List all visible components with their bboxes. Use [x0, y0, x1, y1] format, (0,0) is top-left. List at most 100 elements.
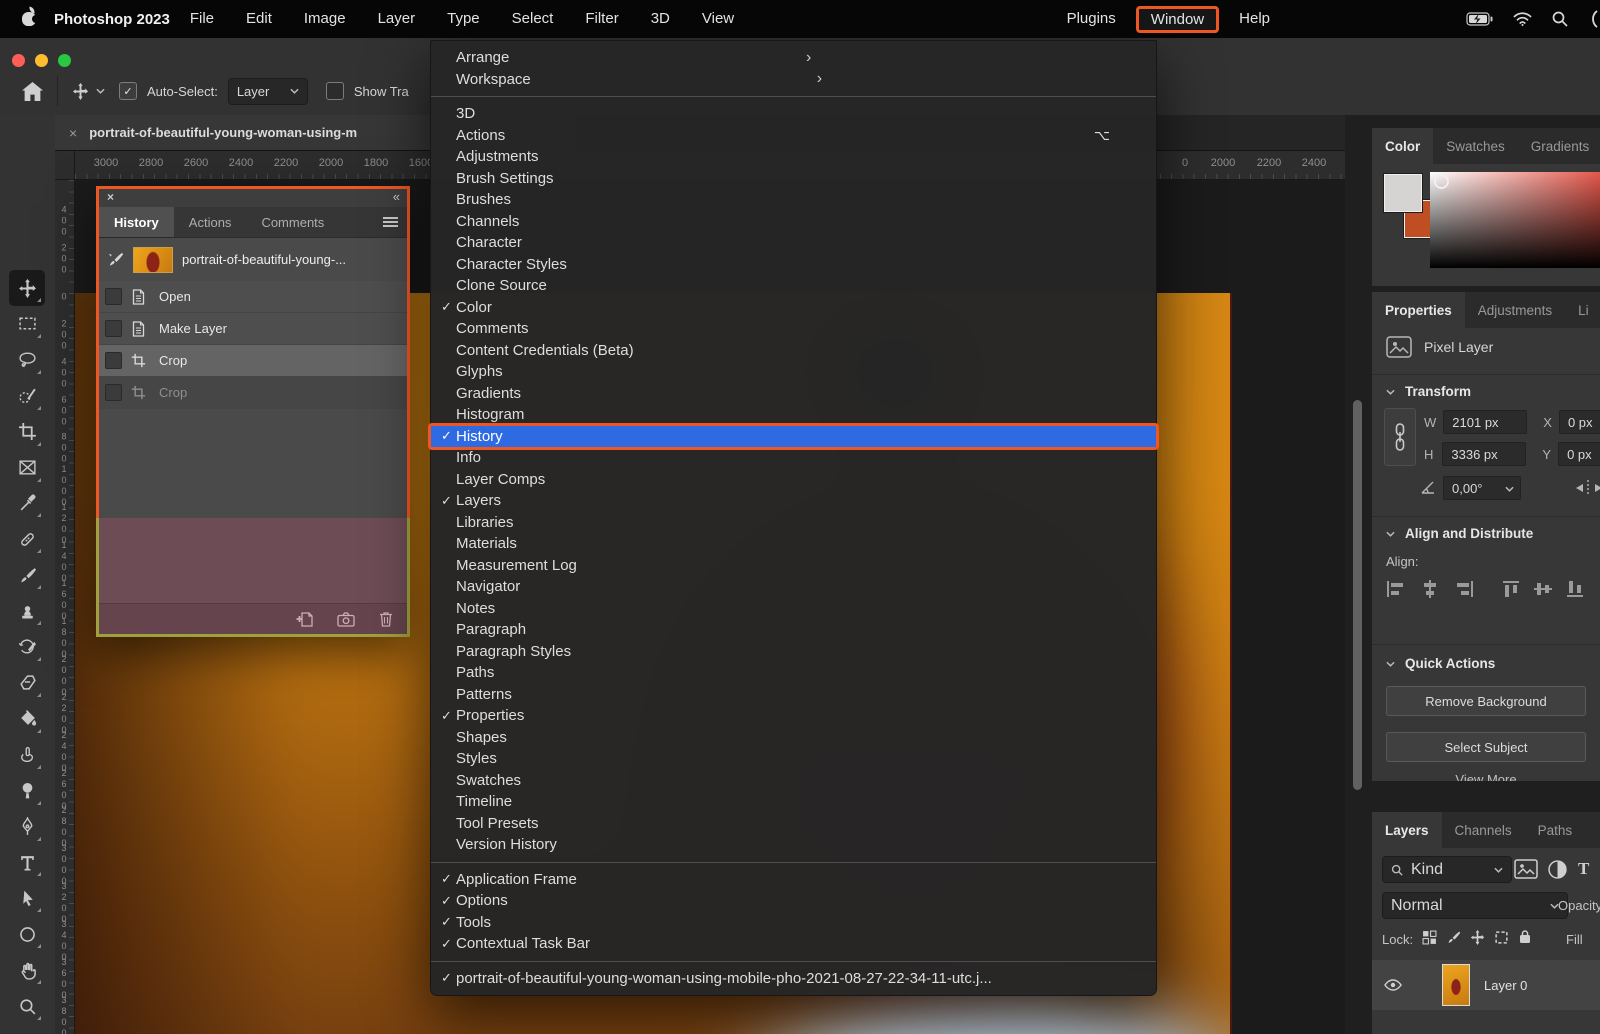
color-panel-tab[interactable]: Swatches	[1433, 128, 1518, 164]
align-horizontal-centers-icon[interactable]	[1420, 580, 1440, 598]
lasso-tool[interactable]	[9, 342, 45, 378]
menu-item[interactable]: Gradients	[431, 383, 1156, 405]
properties-panel-tab[interactable]: Adjustments	[1465, 292, 1565, 328]
menu-item[interactable]	[431, 96, 1156, 97]
menu-item[interactable]: Glyphs	[431, 361, 1156, 383]
menu-item[interactable]: ✓ Color	[431, 297, 1156, 319]
history-snapshot-row[interactable]: portrait-of-beautiful-young-...	[99, 238, 407, 281]
menu-item[interactable]: ✓ History	[431, 426, 1156, 448]
menu-item[interactable]: Layer Comps	[431, 469, 1156, 491]
menu-item[interactable]: ✓ Application Frame	[431, 869, 1156, 891]
menu-item[interactable]: ✓ portrait-of-beautiful-young-woman-usin…	[431, 968, 1156, 990]
frame-tool[interactable]	[9, 450, 45, 486]
dock-scrollbar[interactable]	[1353, 400, 1362, 790]
lock-position-icon[interactable]	[1470, 930, 1485, 945]
menubar-item[interactable]: 3D	[635, 0, 686, 38]
eyedropper-tool[interactable]	[9, 485, 45, 521]
menu-item[interactable]: ✓ Layers	[431, 490, 1156, 512]
control-center-icon[interactable]	[1588, 10, 1598, 28]
auto-select-target-dropdown[interactable]: Layer	[228, 78, 308, 105]
show-transform-checkbox[interactable]: ✓	[326, 82, 344, 100]
menu-item[interactable]: Paths	[431, 662, 1156, 684]
history-brush-source-icon[interactable]	[107, 251, 124, 268]
layers-panel-tab[interactable]: Channels	[1442, 812, 1525, 848]
object-selection-tool[interactable]	[9, 378, 45, 414]
constrain-proportions-toggle[interactable]	[1384, 408, 1416, 466]
vertical-ruler[interactable]: 4002000200400600800100012001400160018002…	[55, 180, 75, 1034]
color-panel-tab[interactable]: Gradients	[1518, 128, 1600, 164]
properties-panel-tab[interactable]: Properties	[1372, 292, 1465, 328]
rotation-field[interactable]: 0,00°	[1443, 476, 1521, 500]
menu-item[interactable]: Brush Settings	[431, 168, 1156, 190]
view-more-link[interactable]: View More	[1372, 772, 1600, 781]
paint-bucket-tool[interactable]	[9, 701, 45, 737]
align-vertical-centers-icon[interactable]	[1534, 580, 1554, 598]
history-state-row[interactable]: Crop	[99, 377, 407, 409]
menu-item[interactable]: Arrange ›	[431, 47, 1156, 69]
history-source-checkbox[interactable]	[105, 288, 122, 305]
flip-horizontal-icon[interactable]	[1576, 480, 1600, 496]
history-panel-tab[interactable]: Comments	[246, 207, 339, 237]
panel-menu-icon[interactable]	[383, 215, 398, 229]
menu-item[interactable]	[431, 961, 1156, 962]
menubar-item-window[interactable]: Window	[1136, 6, 1219, 33]
menu-item[interactable]	[431, 862, 1156, 863]
panel-close-icon[interactable]: ×	[107, 190, 114, 204]
zoom-tool[interactable]	[9, 988, 45, 1024]
history-panel-tab[interactable]: Actions	[174, 207, 247, 237]
menu-item[interactable]: Libraries	[431, 512, 1156, 534]
align-right-edges-icon[interactable]	[1454, 580, 1474, 598]
more-tools-button[interactable]	[9, 1024, 45, 1034]
lock-all-icon[interactable]	[1518, 929, 1532, 944]
menu-item[interactable]: Materials	[431, 533, 1156, 555]
filter-type-layers-icon[interactable]: T	[1578, 859, 1589, 879]
brush-tool[interactable]	[9, 557, 45, 593]
menubar-item[interactable]: Edit	[230, 0, 288, 38]
menu-item[interactable]: Clone Source	[431, 275, 1156, 297]
window-minimize-button[interactable]	[35, 54, 48, 67]
crop-tool[interactable]	[9, 414, 45, 450]
quick-actions-section-header[interactable]: Quick Actions	[1386, 656, 1495, 671]
app-menu-title[interactable]: Photoshop 2023	[54, 11, 170, 28]
properties-panel-tab[interactable]: Li	[1565, 292, 1600, 328]
auto-select-checkbox[interactable]: ✓	[119, 82, 137, 100]
menu-item[interactable]: Paragraph	[431, 619, 1156, 641]
menu-item[interactable]: Version History	[431, 834, 1156, 856]
window-close-button[interactable]	[12, 54, 25, 67]
x-field[interactable]: 0 px	[1559, 410, 1600, 434]
menu-item[interactable]: Timeline	[431, 791, 1156, 813]
menu-item[interactable]: Brushes	[431, 189, 1156, 211]
history-panel-tab[interactable]: History	[99, 207, 174, 237]
menubar-item[interactable]: View	[686, 0, 750, 38]
menubar-item[interactable]: File	[174, 0, 230, 38]
dodge-tool[interactable]	[9, 773, 45, 809]
menu-item[interactable]: Styles	[431, 748, 1156, 770]
menu-item[interactable]: ✓ Contextual Task Bar	[431, 933, 1156, 955]
y-field[interactable]: 0 px	[1558, 442, 1600, 466]
filter-pixel-layers-icon[interactable]	[1514, 859, 1538, 879]
move-tool-preset-icon[interactable]	[72, 83, 89, 100]
new-document-from-state-icon[interactable]	[296, 611, 313, 627]
menu-item[interactable]: ✓ Options	[431, 890, 1156, 912]
search-icon[interactable]	[1552, 11, 1568, 27]
layer-visibility-eye-icon[interactable]	[1384, 979, 1402, 991]
menubar-item-help[interactable]: Help	[1223, 0, 1286, 38]
history-source-checkbox[interactable]	[105, 320, 122, 337]
align-section-header[interactable]: Align and Distribute	[1386, 526, 1533, 541]
menu-item[interactable]: 3D	[431, 103, 1156, 125]
smudge-tool[interactable]	[9, 737, 45, 773]
menubar-item[interactable]: Filter	[569, 0, 634, 38]
menu-item[interactable]: Patterns	[431, 684, 1156, 706]
layers-panel-tab[interactable]: Paths	[1525, 812, 1586, 848]
path-selection-tool[interactable]	[9, 880, 45, 916]
menu-item[interactable]: Info	[431, 447, 1156, 469]
history-source-checkbox[interactable]	[105, 384, 122, 401]
menu-item[interactable]: ✓ Properties	[431, 705, 1156, 727]
menubar-item[interactable]: Select	[496, 0, 570, 38]
window-zoom-button[interactable]	[58, 54, 71, 67]
menu-item[interactable]: Actions ⌥	[431, 125, 1156, 147]
menu-item[interactable]: Adjustments	[431, 146, 1156, 168]
menu-item[interactable]: Measurement Log	[431, 555, 1156, 577]
eraser-tool[interactable]	[9, 665, 45, 701]
menubar-item[interactable]: Type	[431, 0, 496, 38]
